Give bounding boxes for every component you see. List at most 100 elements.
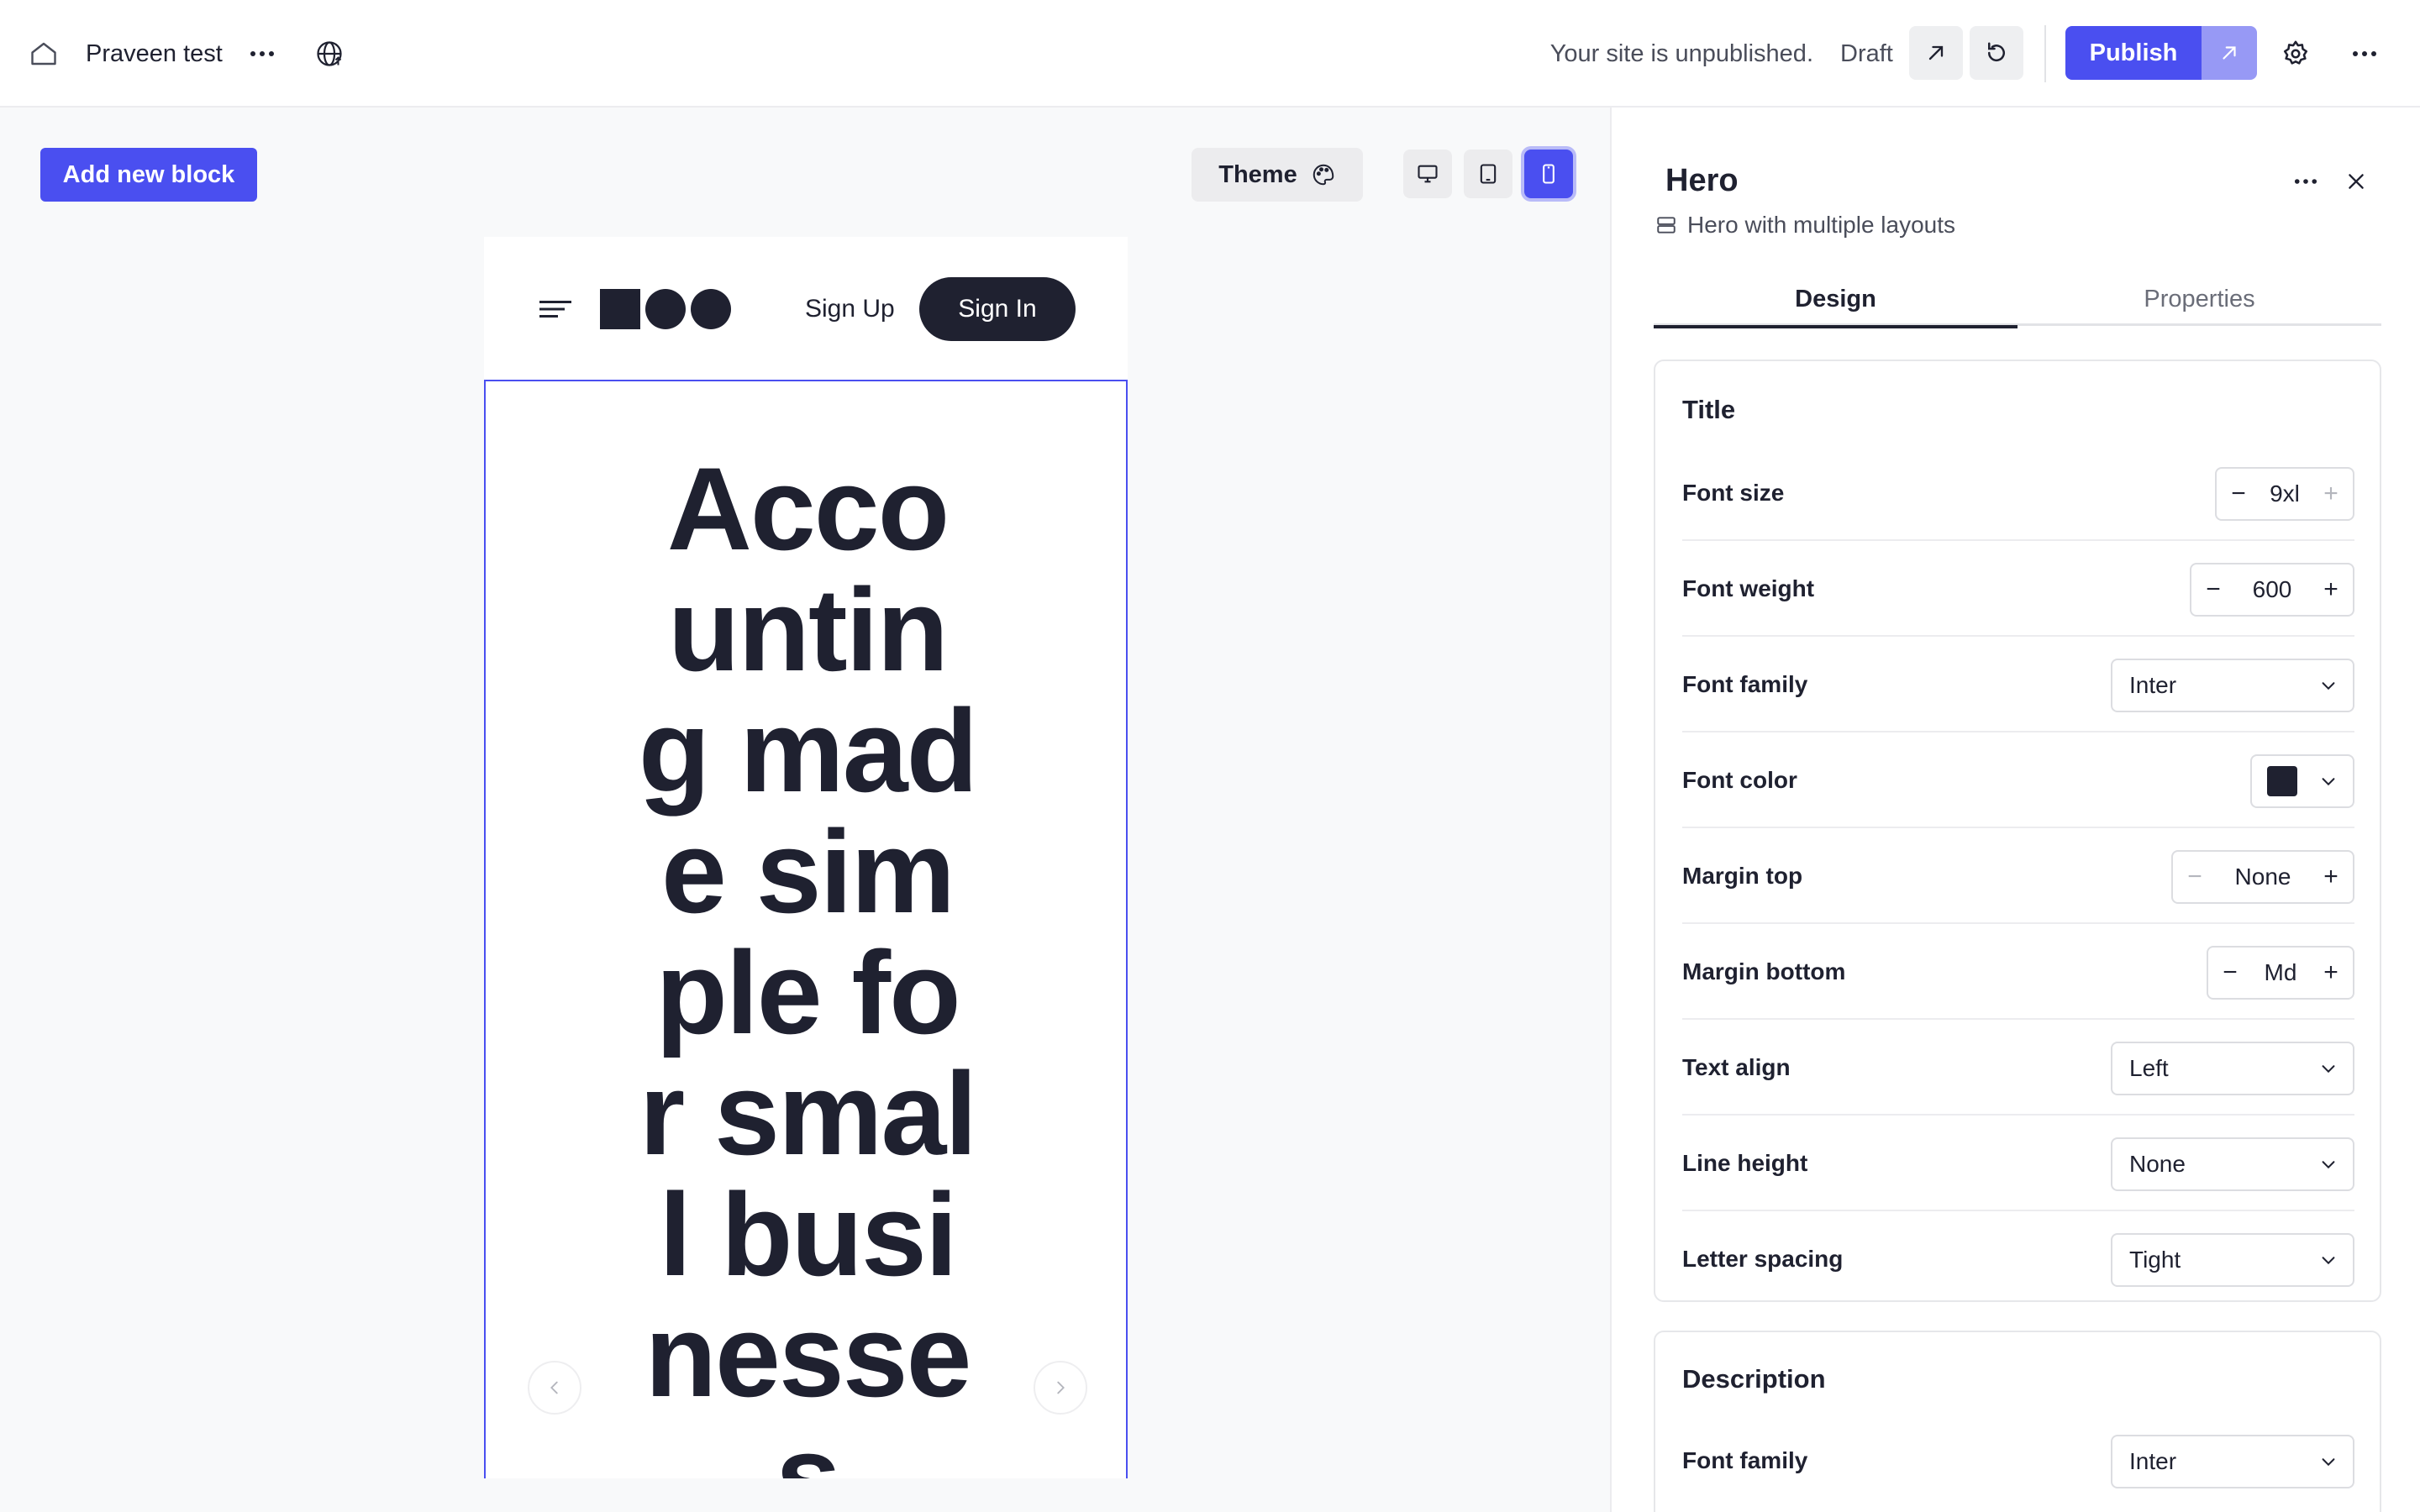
chevron-down-icon xyxy=(2322,1458,2335,1467)
letter-spacing-row: Letter spacing Tight xyxy=(1682,1211,2354,1307)
font-weight-row: Font weight − 600 + xyxy=(1682,541,2354,637)
chevron-down-icon xyxy=(2322,778,2335,786)
sign-in-button[interactable]: Sign In xyxy=(919,277,1076,341)
sign-up-link[interactable]: Sign Up xyxy=(805,291,895,328)
panel-subtitle-text: Hero with multiple layouts xyxy=(1687,212,1956,238)
font-size-stepper[interactable]: − 9xl + xyxy=(2215,467,2354,521)
letter-spacing-label: Letter spacing xyxy=(1682,1246,1844,1272)
description-font-family-label: Font family xyxy=(1682,1447,1808,1473)
globe-icon[interactable] xyxy=(311,35,348,72)
chevron-down-icon xyxy=(2322,1065,2335,1074)
margin-bottom-stepper[interactable]: − Md + xyxy=(2207,946,2354,1000)
topbar-divider xyxy=(2044,25,2046,82)
decrement-button[interactable]: − xyxy=(2191,564,2235,615)
font-family-value: Inter xyxy=(2129,672,2177,698)
increment-button[interactable]: + xyxy=(2309,469,2353,519)
margin-top-stepper[interactable]: − None + xyxy=(2171,850,2354,904)
tablet-view-button[interactable] xyxy=(1464,150,1512,198)
letter-spacing-value: Tight xyxy=(2129,1247,2181,1273)
margin-top-label: Margin top xyxy=(1682,863,1803,889)
chevron-down-icon xyxy=(2322,682,2335,690)
panel-subtitle: Hero with multiple layouts xyxy=(1655,208,1955,242)
decrement-button[interactable]: − xyxy=(2217,469,2260,519)
increment-button[interactable]: + xyxy=(2309,564,2353,615)
tab-properties[interactable]: Properties xyxy=(2018,272,2381,326)
description-font-family-value: Inter xyxy=(2129,1448,2177,1474)
monitor-icon xyxy=(1418,165,1438,183)
font-color-row: Font color xyxy=(1682,732,2354,828)
more-horizontal-icon[interactable] xyxy=(2348,35,2381,72)
margin-bottom-label: Margin bottom xyxy=(1682,958,1846,984)
more-horizontal-icon[interactable] xyxy=(245,35,279,72)
top-bar: Praveen test Your site is unpublished. D… xyxy=(0,0,2420,108)
chevron-down-icon xyxy=(2322,1257,2335,1265)
publish-preview-button[interactable] xyxy=(2202,26,2257,80)
draft-label: Draft xyxy=(1840,40,1893,67)
text-align-row: Text align Left xyxy=(1682,1020,2354,1116)
line-height-value: None xyxy=(2129,1151,2186,1177)
chevron-down-icon xyxy=(2322,1161,2335,1169)
hero-block-selected[interactable]: Accounting made simple for small busines… xyxy=(484,380,1128,1478)
description-section-heading: Description xyxy=(1682,1364,1826,1394)
title-section-heading: Title xyxy=(1682,395,1736,424)
panel-close-button[interactable] xyxy=(2334,160,2378,203)
site-name: Praveen test xyxy=(86,40,223,67)
font-family-select[interactable]: Inter xyxy=(2111,659,2354,712)
open-external-button[interactable] xyxy=(1909,26,1963,80)
margin-bottom-row: Margin bottom − Md + xyxy=(1682,924,2354,1020)
description-font-family-select[interactable]: Inter xyxy=(2111,1435,2354,1488)
tab-design[interactable]: Design xyxy=(1654,272,2018,328)
publish-status-text: Your site is unpublished. xyxy=(1549,40,1813,67)
close-icon xyxy=(2349,174,2364,189)
panel-title: Hero xyxy=(1665,163,1739,198)
more-horizontal-icon xyxy=(2294,179,2317,184)
home-icon[interactable] xyxy=(25,35,62,72)
decrement-button[interactable]: − xyxy=(2208,948,2252,998)
font-size-row: Font size − 9xl + xyxy=(1682,445,2354,541)
publish-button[interactable]: Publish xyxy=(2065,26,2202,80)
arrow-up-right-icon xyxy=(2223,46,2236,60)
margin-bottom-value: Md xyxy=(2264,959,2297,985)
panel-more-button[interactable] xyxy=(2284,160,2328,203)
font-weight-value: 600 xyxy=(2252,576,2292,602)
font-size-value: 9xl xyxy=(2270,480,2300,507)
tablet-icon xyxy=(1480,164,1497,184)
line-height-label: Line height xyxy=(1682,1150,1808,1176)
theme-button[interactable]: Theme xyxy=(1192,148,1363,202)
font-family-row: Font family Inter xyxy=(1682,637,2354,732)
preview-navbar: Sign Up Sign In xyxy=(484,237,1128,380)
menu-icon[interactable] xyxy=(539,299,573,323)
text-align-select[interactable]: Left xyxy=(2111,1042,2354,1095)
line-height-row: Line height None xyxy=(1682,1116,2354,1211)
line-height-select[interactable]: None xyxy=(2111,1137,2354,1191)
font-weight-stepper[interactable]: − 600 + xyxy=(2190,563,2354,617)
refresh-icon xyxy=(1987,42,2005,62)
site-preview: Sign Up Sign In Accounting made simple f… xyxy=(484,237,1128,1478)
desktop-view-button[interactable] xyxy=(1403,150,1452,198)
decrement-button[interactable]: − xyxy=(2173,852,2217,902)
font-family-label: Font family xyxy=(1682,671,1808,697)
panel-tabs: Design Properties xyxy=(1654,272,2381,328)
block-settings-panel: Hero Hero with multiple layouts Design P… xyxy=(1610,108,2420,1512)
text-align-value: Left xyxy=(2129,1055,2169,1081)
gear-icon[interactable] xyxy=(2277,35,2314,72)
carousel-prev-button[interactable] xyxy=(528,1361,581,1415)
add-new-block-button[interactable]: Add new block xyxy=(40,148,257,202)
letter-spacing-select[interactable]: Tight xyxy=(2111,1233,2354,1287)
color-swatch xyxy=(2267,766,2297,796)
palette-icon xyxy=(1313,164,1334,186)
font-weight-label: Font weight xyxy=(1682,575,1815,601)
carousel-next-button[interactable] xyxy=(1034,1361,1087,1415)
description-settings-card: Description Font family Inter xyxy=(1654,1331,2381,1512)
increment-button[interactable]: + xyxy=(2309,852,2353,902)
increment-button[interactable]: + xyxy=(2309,948,2353,998)
margin-top-row: Margin top − None + xyxy=(1682,828,2354,924)
layers-icon xyxy=(1657,217,1676,234)
revert-button[interactable] xyxy=(1970,26,2023,80)
mobile-view-button[interactable] xyxy=(1524,150,1573,198)
margin-top-value: None xyxy=(2234,864,2291,890)
font-size-label: Font size xyxy=(1682,480,1785,506)
chevron-left-icon xyxy=(550,1381,558,1394)
font-color-picker[interactable] xyxy=(2250,754,2354,808)
hero-title[interactable]: Accounting made simple for small busines… xyxy=(635,449,980,1479)
